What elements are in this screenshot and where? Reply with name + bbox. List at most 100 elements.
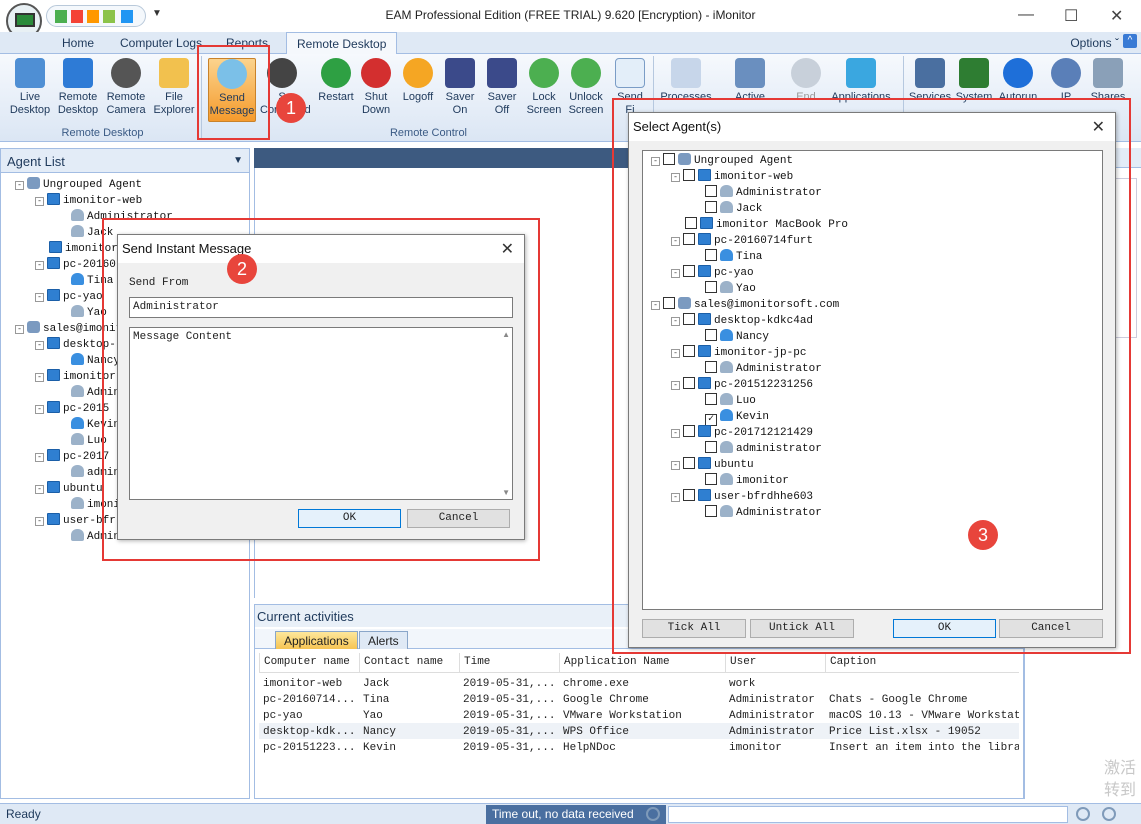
group-label-remote-control: Remote Control (389, 127, 468, 139)
live-desktop-button[interactable]: Live Desktop (8, 58, 52, 122)
computer-icon (47, 481, 60, 493)
column-header[interactable]: User (725, 653, 825, 673)
ip-icon (1051, 58, 1081, 88)
tree-item[interactable]: - imonitor-web (35, 193, 142, 209)
window-title: EAM Professional Edition (FREE TRIAL) 9.… (385, 8, 756, 22)
tree-item[interactable]: - pc-yao (35, 289, 103, 305)
send-file-icon (615, 58, 645, 88)
user-icon (71, 225, 84, 237)
computer-icon (47, 289, 60, 301)
tree-item[interactable]: - pc-2017 (35, 449, 109, 465)
user-icon (71, 385, 84, 397)
status-bar: Ready Time out, no data received (0, 803, 1141, 824)
activation-watermark: 激活 转到 (1104, 760, 1137, 799)
annotation-box-1 (197, 45, 270, 140)
maximize-button[interactable]: ☐ (1064, 6, 1078, 26)
applications-icon (846, 58, 876, 88)
computer-icon (47, 369, 60, 381)
screensaver-icon (445, 58, 475, 88)
tree-item[interactable]: - ubuntu (35, 481, 103, 497)
ribbon-tabs: Home Computer Logs Reports Remote Deskto… (0, 32, 1141, 55)
unlock-icon (571, 58, 601, 88)
tree-item[interactable]: - Ungrouped Agent (15, 177, 142, 193)
folder-icon (159, 58, 189, 88)
logoff-button[interactable]: Logoff (396, 58, 440, 122)
table-row[interactable]: desktop-kdk... Nancy 2019-05-31,... WPS Off… (259, 723, 1019, 739)
computer-icon (49, 241, 62, 253)
column-header[interactable]: Caption (825, 653, 1019, 673)
lock-screen-button[interactable]: Lock Screen (522, 58, 566, 122)
annotation-box-3 (612, 98, 1131, 654)
remote-desktop-button[interactable]: Remote Desktop (56, 58, 100, 122)
column-header[interactable]: Time (459, 653, 559, 673)
computer-icon (47, 513, 60, 525)
tab-alerts[interactable]: Alerts (359, 631, 408, 649)
table-row[interactable]: pc-20151223... Kevin 2019-05-31,... HelpNDo… (259, 739, 1019, 755)
user-icon (71, 273, 84, 285)
zoom-out-icon[interactable] (1076, 807, 1090, 821)
search-icon[interactable] (646, 807, 660, 821)
restart-button[interactable]: Restart (314, 58, 358, 122)
column-header[interactable]: Computer name (259, 653, 359, 673)
column-header[interactable]: Contact name (359, 653, 459, 673)
chevron-down-icon[interactable]: ▼ (233, 155, 243, 166)
monitor-icon (15, 58, 45, 88)
user-icon (71, 497, 84, 509)
lock-icon (529, 58, 559, 88)
tree-item[interactable]: - pc-2015 (35, 401, 109, 417)
column-header[interactable]: Application Name (559, 653, 725, 673)
computer-icon (47, 337, 60, 349)
status-search-field[interactable] (668, 806, 1068, 823)
status-text: Ready (6, 807, 41, 821)
minimize-button[interactable]: — (1018, 6, 1034, 24)
user-icon (71, 465, 84, 477)
user-icon (71, 529, 84, 541)
user-icon (71, 353, 84, 365)
saver-off-button[interactable]: Saver Off (480, 58, 524, 122)
group-remote-control: Send Message S Command Restart Shut Down… (204, 56, 654, 140)
zoom-in-icon[interactable] (1102, 807, 1116, 821)
annotation-badge-1: 1 (276, 93, 306, 123)
shares-icon (1093, 58, 1123, 88)
user-icon (71, 433, 84, 445)
key-icon (403, 58, 433, 88)
annotation-badge-3: 3 (968, 520, 998, 550)
help-icon[interactable]: ^ (1123, 34, 1137, 48)
group-icon (27, 321, 40, 333)
shut-down-button[interactable]: Shut Down (354, 58, 398, 122)
unlock-screen-button[interactable]: Unlock Screen (564, 58, 608, 122)
tab-computer-logs[interactable]: Computer Logs (120, 36, 202, 50)
tab-remote-desktop[interactable]: Remote Desktop (286, 32, 398, 55)
restart-icon (321, 58, 351, 88)
webcam-icon (111, 58, 141, 88)
table-row[interactable]: pc-20160714... Tina 2019-05-31,... Google C… (259, 691, 1019, 707)
system-icon (959, 58, 989, 88)
agent-list-header: Agent List ▼ (1, 149, 249, 173)
annotation-box-2 (102, 218, 540, 561)
file-explorer-button[interactable]: File Explorer (152, 58, 196, 122)
remote-camera-button[interactable]: Remote Camera (104, 58, 148, 122)
processes-icon (671, 58, 701, 88)
table-header: Computer name Contact name Time Applicat… (259, 653, 1019, 673)
computer-icon (47, 401, 60, 413)
group-label-remote-desktop: Remote Desktop (61, 127, 144, 139)
user-icon (71, 417, 84, 429)
close-button[interactable]: ✕ (1110, 6, 1123, 26)
group-remote-desktop: Live Desktop Remote Desktop Remote Camer… (4, 56, 202, 140)
group-icon (27, 177, 40, 189)
saver-on-button[interactable]: Saver On (438, 58, 482, 122)
options-menu[interactable]: Options ˇ (1070, 36, 1119, 50)
user-icon (71, 305, 84, 317)
table-row[interactable]: imonitor-web Jack 2019-05-31,... chrome.exe… (259, 675, 1019, 691)
tab-home[interactable]: Home (62, 36, 94, 50)
command-icon (267, 58, 297, 88)
gear-icon (1003, 58, 1033, 88)
tab-applications[interactable]: Applications (275, 631, 358, 649)
network-icon (735, 58, 765, 88)
computer-icon (47, 193, 60, 205)
user-icon (71, 209, 84, 221)
table-row[interactable]: pc-yao Yao 2019-05-31,... VMware Workstatio… (259, 707, 1019, 723)
computer-icon (47, 257, 60, 269)
status-message: Time out, no data received (486, 805, 666, 824)
services-icon (915, 58, 945, 88)
